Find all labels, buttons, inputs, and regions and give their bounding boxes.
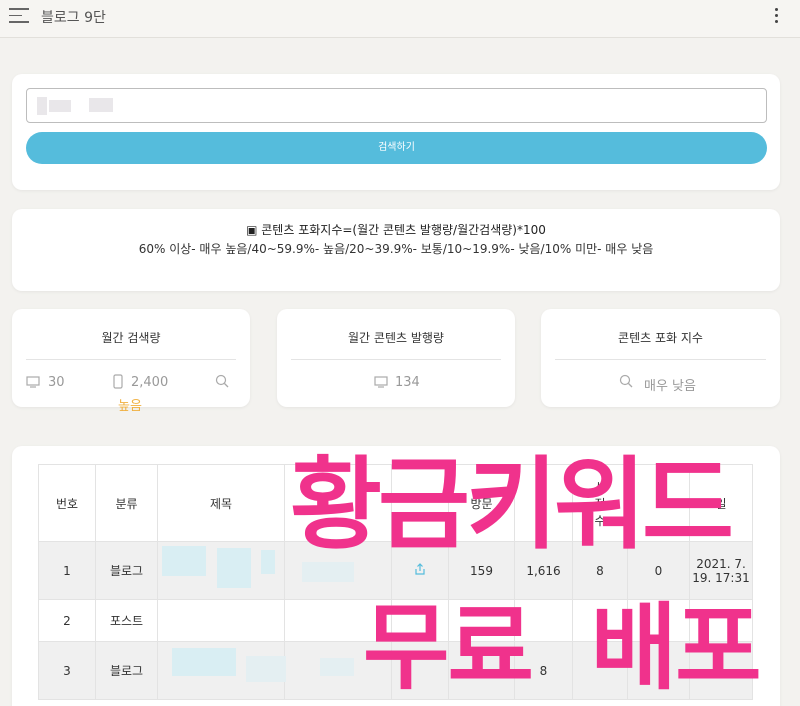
overlay-subline: 무료 배포 [363,594,762,703]
row-num: 2 [38,599,96,642]
pc-publish-count: 134 [395,375,420,390]
blurred-title [246,656,286,682]
row-category: 포스트 [95,599,158,642]
saturation-card: 콘텐츠 포화 지수 매우 낮음 [541,309,780,407]
saturation-value: 매우 낮음 [644,379,696,394]
search-card: 검색하기 [12,74,780,190]
divider [555,359,766,360]
monthly-search-card: 월간 검색량 30 2,400 높음 [12,309,250,414]
col-title: 제목 [157,464,285,542]
more-options-icon[interactable] [772,8,780,26]
search-icon [215,374,229,388]
monthly-publish-card: 월간 콘텐츠 발행량 134 [277,309,515,407]
mobile-search-count: 2,400 [131,375,169,390]
pc-search-count: 30 [48,375,65,390]
saturation-scale: 60% 이상- 매우 높음/40~59.9%- 높음/20~39.9%- 보통/… [138,242,654,256]
row-category: 블로그 [95,541,158,600]
blurred-keyword [37,97,47,115]
blurred-title [217,548,251,588]
mobile-icon [113,374,123,389]
blurred-keyword [49,100,71,112]
blurred-title [172,648,236,676]
app-title: 블로그 9단 [41,10,106,26]
col-category: 분류 [95,464,158,542]
blurred-title [162,546,206,576]
search-button[interactable]: 검색하기 [26,132,767,164]
desktop-icon [26,376,40,388]
search-icon [619,374,633,388]
row-num: 1 [38,541,96,600]
monthly-publish-title: 월간 콘텐츠 발행량 [348,331,444,345]
hamburger-menu-icon[interactable] [9,8,29,26]
divider [26,359,236,360]
row-title[interactable] [157,599,285,642]
blurred-title [261,550,275,574]
saturation-formula: ▣ 콘텐츠 포화지수=(월간 콘텐츠 발행량/월간검색량)*100 [246,223,546,237]
monthly-search-title: 월간 검색량 [101,331,161,345]
search-level: 높음 [118,399,142,414]
row-num: 3 [38,641,96,700]
saturation-info-card: ▣ 콘텐츠 포화지수=(월간 콘텐츠 발행량/월간검색량)*100 60% 이상… [12,209,780,291]
top-bar: 블로그 9단 [0,0,800,38]
desktop-icon [374,376,388,388]
divider [291,359,501,360]
saturation-title: 콘텐츠 포화 지수 [618,331,703,345]
overlay-headline: 황금키워드 [290,446,734,563]
keyword-input[interactable] [26,88,767,123]
col-num: 번호 [38,464,96,542]
blurred-keyword [89,98,113,112]
blurred-title [320,658,354,676]
row-category: 블로그 [95,641,158,700]
